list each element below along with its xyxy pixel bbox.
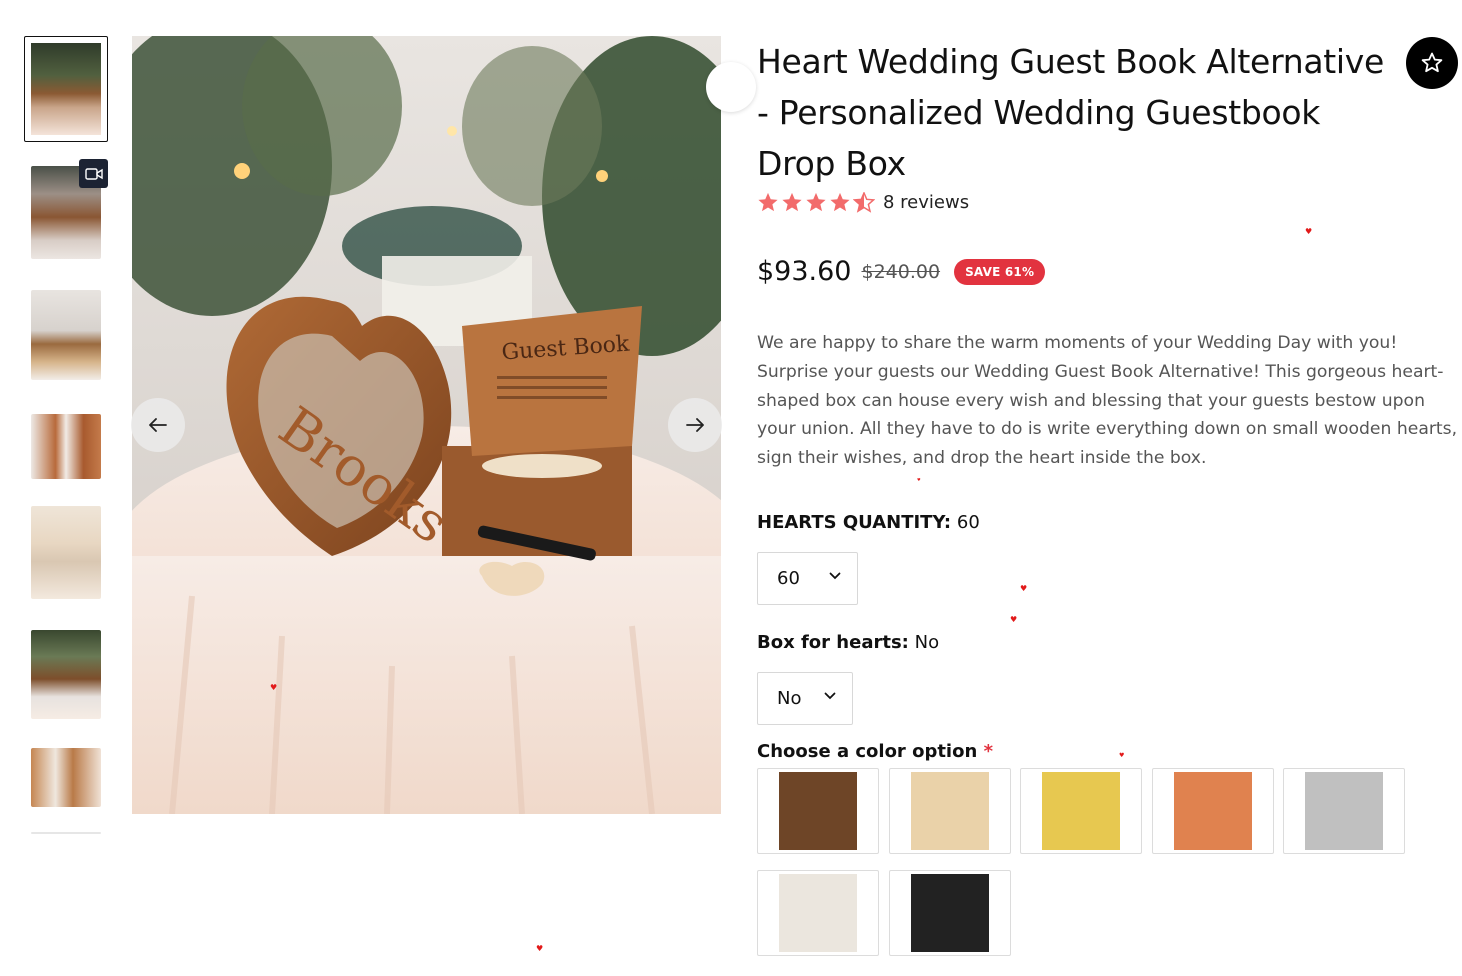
heart-particle: ♥ <box>1305 227 1313 236</box>
color-swatch-gold[interactable] <box>1020 768 1142 854</box>
product-description: We are happy to share the warm moments o… <box>757 333 1458 469</box>
hearts-quantity-value: 60 <box>956 512 980 533</box>
heart-particle: ♥ <box>1119 752 1125 759</box>
image-zoom-button[interactable] <box>706 62 756 112</box>
thumbnail-7[interactable] <box>31 748 101 807</box>
thumbnail-1[interactable] <box>24 36 108 142</box>
star-half-icon <box>853 192 875 213</box>
product-info: Heart Wedding Guest Book Alternative - P… <box>757 36 1457 189</box>
main-product-image[interactable]: Brooks Guest Book <box>132 36 721 814</box>
color-swatch-natural[interactable] <box>889 768 1011 854</box>
hearts-quantity-select[interactable]: 60 <box>757 552 858 605</box>
star-icon <box>830 192 850 212</box>
star-icon <box>758 192 778 212</box>
swatch-fill <box>1042 772 1120 850</box>
thumbnail-6[interactable] <box>31 630 101 719</box>
star-icon <box>806 192 826 212</box>
thumbnail-4[interactable] <box>31 414 101 479</box>
product-title: Heart Wedding Guest Book Alternative - P… <box>757 42 1385 183</box>
video-camera-icon <box>79 159 108 188</box>
required-mark: * <box>983 741 993 762</box>
thumbnail-8[interactable] <box>31 832 101 834</box>
hearts-quantity-title: HEARTS QUANTITY: <box>757 512 952 533</box>
star-outline-icon[interactable] <box>1406 37 1458 89</box>
hearts-quantity-label: HEARTS QUANTITY: 60 <box>757 512 980 533</box>
hearts-quantity-selected: 60 <box>777 568 800 589</box>
heart-particle: ♥ <box>917 477 921 482</box>
color-swatch-walnut[interactable] <box>757 768 879 854</box>
box-for-hearts-title: Box for hearts: <box>757 632 909 653</box>
thumbnail-3[interactable] <box>31 290 101 380</box>
box-for-hearts-label: Box for hearts: No <box>757 632 939 653</box>
product-rating[interactable]: 8 reviews <box>757 192 969 213</box>
arrow-left-icon[interactable] <box>131 398 185 452</box>
swatch-fill <box>1305 772 1383 850</box>
rating-stars <box>757 192 875 213</box>
swatch-fill <box>779 874 857 952</box>
color-option-label: Choose a color option * <box>757 741 993 762</box>
color-swatch-copper[interactable] <box>1152 768 1274 854</box>
heart-particle: ♥ <box>270 683 278 692</box>
heart-particle: ♥ <box>1010 615 1018 624</box>
reviews-count[interactable]: 8 reviews <box>883 192 969 213</box>
swatch-fill <box>911 772 989 850</box>
swatch-fill <box>779 772 857 850</box>
box-for-hearts-value: No <box>914 632 940 653</box>
heart-particle: ♥ <box>536 944 544 953</box>
heart-particle: ♥ <box>1020 584 1028 593</box>
chevron-down-icon <box>824 692 836 700</box>
color-option-title: Choose a color option <box>757 741 978 762</box>
compare-price: $240.00 <box>861 260 941 283</box>
arrow-right-icon[interactable] <box>668 398 722 452</box>
box-for-hearts-select[interactable]: No <box>757 672 853 725</box>
swatch-fill <box>1174 772 1252 850</box>
color-swatch-silver[interactable] <box>1283 768 1405 854</box>
box-for-hearts-selected: No <box>777 688 802 709</box>
chevron-down-icon <box>829 572 841 580</box>
thumbnail-5[interactable] <box>31 506 101 599</box>
swatch-fill <box>911 874 989 952</box>
star-icon <box>782 192 802 212</box>
price-row: $93.60 $240.00 SAVE 61% <box>757 256 1046 287</box>
color-swatch-black[interactable] <box>889 870 1011 956</box>
save-badge: SAVE 61% <box>954 258 1046 285</box>
sale-price: $93.60 <box>757 256 852 287</box>
color-swatch-white-wash[interactable] <box>757 870 879 956</box>
